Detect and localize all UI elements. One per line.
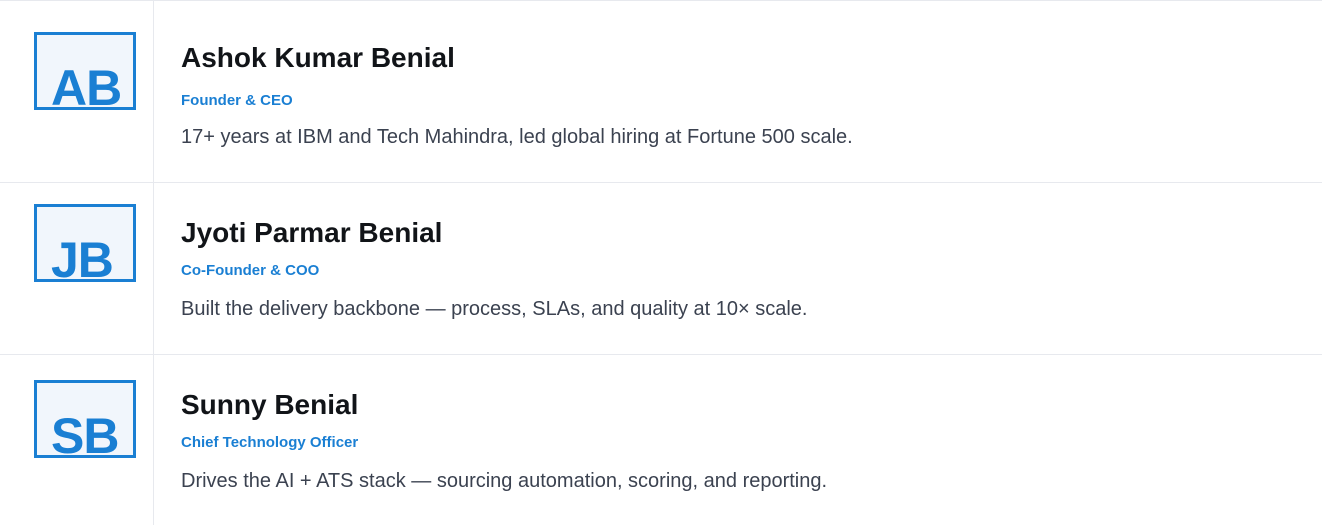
avatar: SB: [34, 380, 136, 458]
member-bio: Built the delivery backbone — process, S…: [181, 298, 808, 320]
avatar: AB: [34, 32, 136, 110]
member-name: Sunny Benial: [181, 389, 359, 420]
member-info: Jyoti Parmar Benial Co-Founder & COO Bui…: [154, 183, 1322, 354]
team-list: AB Ashok Kumar Benial Founder & CEO 17+ …: [0, 0, 1322, 525]
member-info: Sunny Benial Chief Technology Officer Dr…: [154, 355, 1322, 525]
member-name: Jyoti Parmar Benial: [181, 217, 443, 248]
member-role: Co-Founder & COO: [181, 262, 320, 279]
member-info: Ashok Kumar Benial Founder & CEO 17+ yea…: [154, 1, 1322, 182]
member-bio: 17+ years at IBM and Tech Mahindra, led …: [181, 126, 853, 148]
team-member-row: SB Sunny Benial Chief Technology Officer…: [0, 355, 1322, 525]
avatar-initials: JB: [51, 232, 114, 282]
avatar: JB: [34, 204, 136, 282]
member-name: Ashok Kumar Benial: [181, 42, 455, 73]
member-role: Founder & CEO: [181, 92, 293, 109]
avatar-cell: AB: [0, 1, 154, 182]
team-member-row: JB Jyoti Parmar Benial Co-Founder & COO …: [0, 183, 1322, 355]
avatar-initials: AB: [51, 60, 122, 110]
avatar-cell: JB: [0, 183, 154, 354]
member-role: Chief Technology Officer: [181, 434, 359, 451]
avatar-cell: SB: [0, 355, 154, 525]
member-bio: Drives the AI + ATS stack — sourcing aut…: [181, 470, 828, 492]
avatar-initials: SB: [51, 408, 119, 458]
team-member-row: AB Ashok Kumar Benial Founder & CEO 17+ …: [0, 1, 1322, 183]
